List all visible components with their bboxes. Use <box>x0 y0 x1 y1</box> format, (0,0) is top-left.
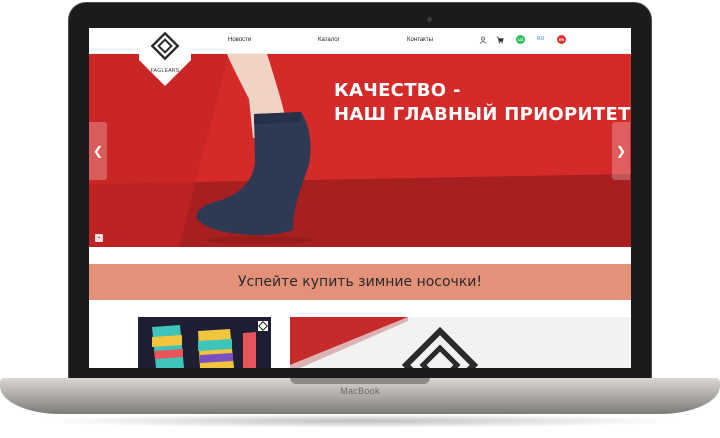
lang-ru-button[interactable]: RU <box>537 36 544 42</box>
slider-pause-icon[interactable]: ▪ <box>95 234 103 242</box>
promo-banner[interactable]: Успейте купить зимние носочки! <box>89 264 631 300</box>
nav-contacts[interactable]: Контакты <box>407 37 433 43</box>
site-logo[interactable]: FAGLEARS <box>139 28 191 86</box>
socks-pattern-image <box>138 317 271 368</box>
nav-catalog[interactable]: Каталог <box>318 37 340 43</box>
slider-prev-button[interactable]: ❮ <box>89 122 107 180</box>
brand-graphic <box>290 317 631 368</box>
laptop-notch <box>290 378 430 384</box>
laptop-shadow <box>40 414 680 428</box>
hero-headline-line1: КАЧЕСТВО - <box>334 80 461 101</box>
cart-icon[interactable] <box>495 35 505 45</box>
slider-next-button[interactable]: ❯ <box>612 122 630 180</box>
product-tile-socks[interactable] <box>138 317 271 368</box>
nav-news[interactable]: Новости <box>228 37 251 43</box>
promo-text: Успейте купить зимние носочки! <box>237 274 482 290</box>
laptop-frame: MacBook Новости Каталог Контакты UZ RU E… <box>0 0 720 438</box>
product-tile-brand[interactable] <box>290 317 631 368</box>
user-icon[interactable] <box>478 35 488 45</box>
hero-headline-line2: НАШ ГЛАВНЫЙ ПРИОРИТЕТ <box>334 104 631 125</box>
lang-uz-button[interactable]: UZ <box>516 35 525 44</box>
browser-screen: Новости Каталог Контакты UZ RU EN FAGLEA… <box>89 28 631 368</box>
logo-text: FAGLEARS <box>150 68 180 74</box>
lang-en-button[interactable]: EN <box>557 35 566 44</box>
laptop-brand-label: MacBook <box>340 386 380 396</box>
camera <box>427 17 432 22</box>
